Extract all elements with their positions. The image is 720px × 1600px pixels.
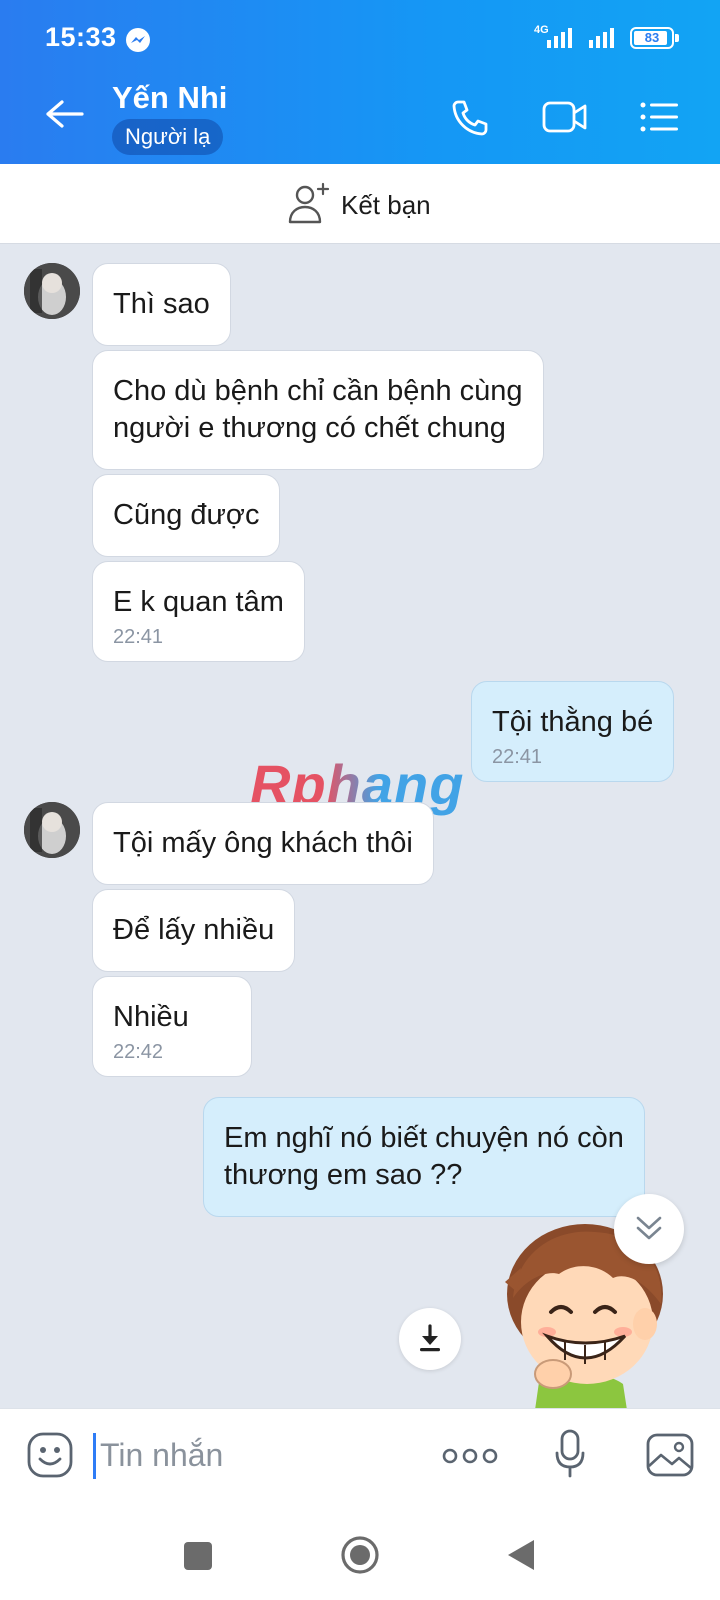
avatar[interactable] bbox=[24, 263, 80, 319]
message-text: Thì sao bbox=[113, 288, 210, 320]
image-icon[interactable] bbox=[646, 1433, 694, 1477]
message-bubble-incoming[interactable]: Cho dù bệnh chỉ cần bệnh cùng người e th… bbox=[92, 350, 544, 470]
message-time: 22:41 bbox=[113, 626, 164, 648]
chevron-double-down-icon bbox=[636, 1216, 662, 1240]
message-bubble-outgoing[interactable]: Tội thằng bé 22:41 bbox=[471, 681, 675, 782]
add-friend-icon bbox=[288, 182, 330, 224]
phone-icon[interactable] bbox=[450, 98, 490, 138]
message-text: Nhiều bbox=[113, 1001, 189, 1033]
message-text: Cũng được bbox=[113, 499, 260, 531]
message-bubble-incoming[interactable]: Tội mấy ông khách thôi bbox=[92, 802, 434, 885]
menu-icon[interactable] bbox=[640, 101, 680, 133]
message-text: Tội mấy ông khách thôi bbox=[113, 827, 413, 859]
message-text: Em nghĩ nó biết chuyện nó còn bbox=[224, 1122, 624, 1154]
message-bubble-outgoing[interactable]: Em nghĩ nó biết chuyện nó còn thương em … bbox=[203, 1097, 645, 1217]
message-time: 22:41 bbox=[492, 746, 543, 768]
message-text: người e thương có chết chung bbox=[113, 412, 506, 444]
stranger-badge: Người lạ bbox=[112, 119, 224, 155]
messenger-icon bbox=[126, 28, 150, 52]
status-time: 15:33 bbox=[45, 22, 117, 52]
message-text: E k quan tâm bbox=[113, 586, 284, 618]
message-bubble-incoming[interactable]: Để lấy nhiều bbox=[92, 889, 296, 972]
battery-level: 83 bbox=[644, 30, 660, 45]
message-bubble-incoming[interactable]: Nhiều 22:42 bbox=[92, 976, 252, 1077]
message-bubble-incoming[interactable]: Cũng được bbox=[92, 474, 281, 557]
download-icon bbox=[420, 1324, 440, 1352]
text-caret bbox=[93, 1433, 96, 1479]
message-text: thương em sao ?? bbox=[224, 1159, 463, 1191]
message-text: Cho dù bệnh chỉ cần bệnh cùng bbox=[113, 375, 523, 407]
back-arrow-icon[interactable] bbox=[44, 98, 84, 130]
message-text: Để lấy nhiều bbox=[113, 914, 275, 946]
scroll-to-bottom-button[interactable] bbox=[614, 1194, 684, 1264]
add-friend-label: Kết bạn bbox=[341, 190, 431, 220]
emoji-icon[interactable] bbox=[26, 1431, 74, 1479]
microphone-icon[interactable] bbox=[554, 1429, 586, 1479]
message-text: Tội thằng bé bbox=[492, 706, 654, 738]
system-nav-bar bbox=[0, 1502, 720, 1600]
message-time: 22:42 bbox=[113, 1041, 164, 1063]
avatar[interactable] bbox=[24, 802, 80, 858]
message-input[interactable] bbox=[100, 1429, 400, 1481]
signal-icon bbox=[547, 28, 572, 48]
chat-header: 15:33 4G 83 Yến Nhi Người lạ bbox=[0, 0, 720, 164]
add-friend-bar[interactable]: Kết bạn bbox=[0, 164, 720, 244]
message-bubble-incoming[interactable]: E k quan tâm 22:41 bbox=[92, 561, 305, 662]
message-bubble-incoming[interactable]: Thì sao bbox=[92, 263, 231, 346]
video-call-icon[interactable] bbox=[542, 100, 588, 134]
back-button[interactable] bbox=[506, 1538, 536, 1572]
contact-name[interactable]: Yến Nhi bbox=[112, 80, 227, 116]
message-input-bar bbox=[0, 1408, 720, 1502]
signal-icon bbox=[589, 28, 614, 48]
battery-icon: 83 bbox=[630, 27, 679, 49]
more-icon[interactable] bbox=[442, 1445, 498, 1467]
recent-apps-button[interactable] bbox=[184, 1542, 212, 1570]
home-button[interactable] bbox=[340, 1535, 380, 1575]
download-button[interactable] bbox=[399, 1308, 461, 1370]
